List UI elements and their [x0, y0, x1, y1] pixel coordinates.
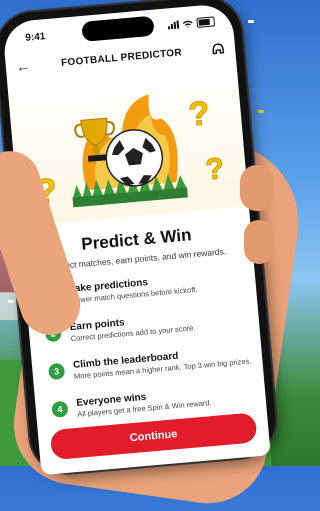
- battery-icon: [196, 16, 216, 28]
- wifi-icon: [182, 20, 193, 28]
- list-item: 3 Climb the leaderboard More points mean…: [47, 344, 253, 386]
- status-time: 9:41: [24, 30, 46, 44]
- signal-icon: [167, 20, 180, 30]
- step-number-badge: 3: [47, 362, 66, 381]
- svg-text:?: ?: [204, 152, 225, 186]
- helmet-icon[interactable]: [211, 42, 226, 57]
- finger: [244, 220, 274, 264]
- svg-text:?: ?: [187, 94, 211, 134]
- confetti: [248, 20, 254, 23]
- confetti: [8, 300, 14, 303]
- confetti: [258, 110, 264, 113]
- finger: [240, 165, 274, 211]
- arrow-left-icon[interactable]: ←: [15, 57, 32, 75]
- step-number-badge: 4: [51, 400, 69, 418]
- page-title: FOOTBALL PREDICTOR: [60, 46, 183, 69]
